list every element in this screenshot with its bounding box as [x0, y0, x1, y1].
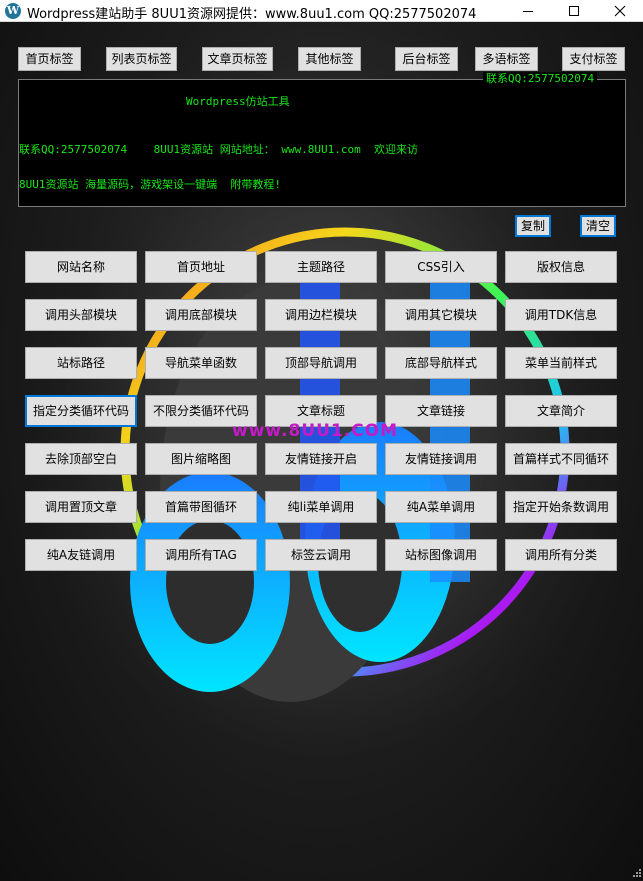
tab-article[interactable]: 文章页标签	[202, 47, 273, 71]
tab-admin[interactable]: 后台标签	[395, 47, 458, 71]
a-menu-button[interactable]: 纯A菜单调用	[385, 491, 497, 523]
tab-list[interactable]: 列表页标签	[106, 47, 177, 71]
watermark-text: www.8UU1.COM	[232, 421, 399, 441]
first-post-image-loop-button[interactable]: 首篇带图循环	[145, 491, 257, 523]
tab-multilang[interactable]: 多语标签	[475, 47, 538, 71]
friend-link-call-button[interactable]: 友情链接调用	[385, 443, 497, 475]
li-menu-button[interactable]: 纯li菜单调用	[265, 491, 377, 523]
footer-module-button[interactable]: 调用底部模块	[145, 299, 257, 331]
site-name-button[interactable]: 网站名称	[25, 251, 137, 283]
article-excerpt-button[interactable]: 文章简介	[505, 395, 617, 427]
bottom-nav-style-button[interactable]: 底部导航样式	[385, 347, 497, 379]
title-bar[interactable]: W Wordpress建站助手 8UU1资源网提供：www.8uu1.com Q…	[0, 0, 643, 22]
all-categories-button[interactable]: 调用所有分类	[505, 539, 617, 571]
minimize-icon	[523, 11, 533, 12]
tag-cloud-button[interactable]: 标签云调用	[265, 539, 377, 571]
minimize-button[interactable]	[505, 0, 551, 22]
category-loop-button[interactable]: 指定分类循环代码	[25, 395, 137, 427]
all-tags-button[interactable]: 调用所有TAG	[145, 539, 257, 571]
css-include-button[interactable]: CSS引入	[385, 251, 497, 283]
tab-home[interactable]: 首页标签	[18, 47, 81, 71]
log-line: 联系QQ:2577502074 8UU1资源站 网站地址： www.8UU1.c…	[19, 143, 419, 156]
wordpress-icon: W	[5, 3, 21, 19]
client-area: 首页标签 列表页标签 文章页标签 其他标签 后台标签 多语标签 支付标签 Wor…	[0, 22, 643, 881]
nav-menu-function-button[interactable]: 导航菜单函数	[145, 347, 257, 379]
tdk-info-button[interactable]: 调用TDK信息	[505, 299, 617, 331]
a-friend-link-button[interactable]: 纯A友链调用	[25, 539, 137, 571]
output-textbox[interactable]: Wordpress仿站工具 联系QQ:2577502074 8UU1资源站 网站…	[18, 79, 626, 207]
window-title: Wordpress建站助手 8UU1资源网提供：www.8uu1.com QQ:…	[27, 7, 477, 22]
sticky-post-button[interactable]: 调用置顶文章	[25, 491, 137, 523]
article-link-button[interactable]: 文章链接	[385, 395, 497, 427]
header-module-button[interactable]: 调用头部模块	[25, 299, 137, 331]
resize-grip-icon[interactable]	[630, 868, 642, 880]
menu-current-style-button[interactable]: 菜单当前样式	[505, 347, 617, 379]
close-button[interactable]	[597, 0, 643, 22]
copyright-button[interactable]: 版权信息	[505, 251, 617, 283]
group-legend: 联系QQ:2577502074	[483, 72, 598, 86]
logo-path-button[interactable]: 站标路径	[25, 347, 137, 379]
tab-payment[interactable]: 支付标签	[562, 47, 625, 71]
tab-other[interactable]: 其他标签	[298, 47, 361, 71]
friend-link-enable-button[interactable]: 友情链接开启	[265, 443, 377, 475]
maximize-icon	[569, 6, 579, 16]
logo-image-button[interactable]: 站标图像调用	[385, 539, 497, 571]
log-line: 8UU1资源站 海量源码，游戏架设一键端 附带教程!	[19, 178, 281, 191]
offset-count-button[interactable]: 指定开始条数调用	[505, 491, 617, 523]
close-icon	[614, 5, 626, 17]
maximize-button[interactable]	[551, 0, 597, 22]
top-nav-button[interactable]: 顶部导航调用	[265, 347, 377, 379]
theme-path-button[interactable]: 主题路径	[265, 251, 377, 283]
copy-button[interactable]: 复制	[515, 215, 551, 237]
first-post-style-loop-button[interactable]: 首篇样式不同循环	[505, 443, 617, 475]
other-module-button[interactable]: 调用其它模块	[385, 299, 497, 331]
home-url-button[interactable]: 首页地址	[145, 251, 257, 283]
thumbnail-button[interactable]: 图片缩略图	[145, 443, 257, 475]
remove-top-gap-button[interactable]: 去除顶部空白	[25, 443, 137, 475]
clear-button[interactable]: 清空	[580, 215, 616, 237]
log-line: Wordpress仿站工具	[186, 95, 290, 108]
sidebar-module-button[interactable]: 调用边栏模块	[265, 299, 377, 331]
